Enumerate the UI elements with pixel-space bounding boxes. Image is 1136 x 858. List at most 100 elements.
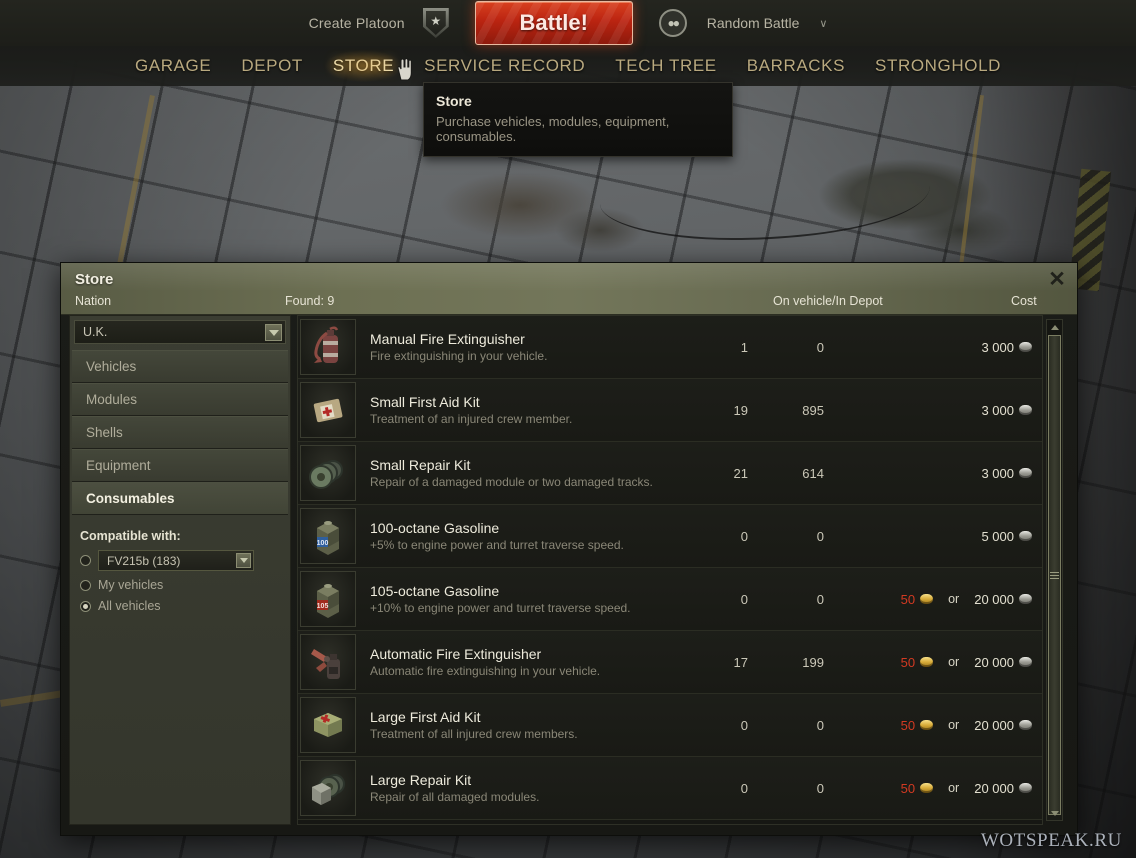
nav-item-garage[interactable]: GARAGE: [133, 54, 213, 78]
item-text: Automatic Fire Extinguisher Automatic fi…: [362, 646, 684, 678]
sidebar-item-vehicles[interactable]: Vehicles: [72, 350, 288, 383]
close-icon[interactable]: ✕: [1047, 269, 1067, 291]
random-battle-icon[interactable]: ●●: [658, 9, 687, 37]
item-gold-price: 50: [900, 717, 916, 733]
nav-item-stronghold[interactable]: STRONGHOLD: [873, 54, 1003, 78]
compatible-with-label: Compatible with:: [80, 529, 181, 543]
repair-kit-icon: [300, 445, 356, 501]
item-gold-price: 50: [900, 591, 916, 607]
list-item[interactable]: Automatic Fire Extinguisher Automatic fi…: [298, 631, 1042, 694]
item-on-vehicle: 0: [740, 717, 748, 733]
item-credit-price: 3 000: [981, 339, 1014, 355]
list-scrollbar[interactable]: [1046, 319, 1063, 821]
item-cost: 50 or 20 000: [824, 655, 1042, 670]
vehicle-select[interactable]: FV215b (183): [98, 550, 254, 571]
nav-item-barracks[interactable]: BARRACKS: [745, 54, 847, 78]
list-item[interactable]: Small Repair Kit Repair of a damaged mod…: [298, 442, 1042, 505]
item-description: Treatment of an injured crew member.: [370, 412, 573, 426]
item-credit-price: 5 000: [981, 528, 1014, 544]
item-description: +10% to engine power and turret traverse…: [370, 601, 631, 615]
column-header-cost: Cost: [1011, 294, 1037, 308]
item-text: Large Repair Kit Repair of all damaged m…: [362, 772, 684, 804]
list-item[interactable]: Large First Aid Kit Treatment of all inj…: [298, 694, 1042, 757]
large-repair-kit-icon: [300, 760, 356, 816]
first-aid-kit-icon: [300, 382, 356, 438]
sidebar-item-consumables[interactable]: Consumables: [72, 482, 288, 515]
nav-item-service-record[interactable]: SERVICE RECORD: [422, 54, 587, 78]
automatic-fire-extinguisher-icon: [300, 634, 356, 690]
top-bar: Create Platoon ★ Battle! ●● Random Battl…: [0, 0, 1136, 46]
gold-icon: [920, 720, 934, 730]
item-text: Small First Aid Kit Treatment of an inju…: [362, 394, 684, 426]
item-gold-price: 50: [900, 780, 916, 796]
item-credit-price: 20 000: [974, 780, 1014, 796]
list-item[interactable]: Manual Fire Extinguisher Fire extinguish…: [298, 316, 1042, 379]
item-credit-price: 3 000: [981, 465, 1014, 481]
nation-select[interactable]: U.K.: [74, 320, 286, 344]
list-item[interactable]: Large Repair Kit Repair of all damaged m…: [298, 757, 1042, 820]
sidebar-item-equipment[interactable]: Equipment: [72, 449, 288, 482]
store-tooltip: Store Purchase vehicles, modules, equipm…: [423, 82, 733, 157]
svg-text:105: 105: [317, 603, 329, 610]
svg-text:100: 100: [317, 540, 329, 547]
item-in-depot: 199: [802, 654, 824, 670]
item-cost: 3 000: [824, 403, 1042, 418]
store-window: Store ✕ Nation Found: 9 On vehicle/In De…: [60, 262, 1078, 836]
item-in-depot: 895: [802, 402, 824, 418]
battle-button[interactable]: Battle!: [474, 1, 633, 45]
nav-item-tech-tree[interactable]: TECH TREE: [613, 54, 718, 78]
radio-my-vehicles[interactable]: [80, 579, 91, 591]
item-description: Treatment of all injured crew members.: [370, 727, 578, 741]
radio-specific-vehicle[interactable]: [80, 555, 91, 566]
store-header: Store ✕ Nation Found: 9 On vehicle/In De…: [61, 263, 1077, 315]
filter-row-specific-vehicle[interactable]: FV215b (183): [80, 550, 290, 571]
scroll-up-icon[interactable]: [1048, 321, 1061, 333]
credits-icon: [1019, 657, 1032, 667]
item-gold-price: 50: [900, 654, 916, 670]
gasoline-100-icon: 100: [300, 508, 356, 564]
item-text: 100-octane Gasoline +5% to engine power …: [362, 520, 684, 552]
sidebar-item-shells[interactable]: Shells: [72, 416, 288, 449]
item-name: Small Repair Kit: [370, 457, 471, 473]
item-in-depot: 0: [816, 717, 824, 733]
sidebar-item-modules[interactable]: Modules: [72, 383, 288, 416]
item-in-depot: 0: [816, 339, 824, 355]
item-text: 105-octane Gasoline +10% to engine power…: [362, 583, 684, 615]
item-text: Manual Fire Extinguisher Fire extinguish…: [362, 331, 684, 363]
radio-all-vehicles[interactable]: [80, 600, 91, 612]
scrollbar-thumb[interactable]: [1048, 335, 1061, 815]
nav-item-depot[interactable]: DEPOT: [239, 54, 305, 78]
item-credit-price: 20 000: [974, 717, 1014, 733]
scrollbar-grip-icon: [1050, 571, 1059, 579]
filter-row-all-vehicles[interactable]: All vehicles: [80, 599, 290, 613]
nav-item-store[interactable]: STORE: [324, 50, 403, 82]
chevron-down-icon[interactable]: [236, 553, 251, 568]
list-item[interactable]: Small First Aid Kit Treatment of an inju…: [298, 379, 1042, 442]
scroll-down-icon[interactable]: [1048, 807, 1061, 819]
price-or-label: or: [948, 592, 960, 606]
chevron-down-icon[interactable]: [265, 324, 282, 341]
item-on-vehicle: 1: [740, 339, 748, 355]
item-in-depot: 0: [816, 780, 824, 796]
item-in-depot: 0: [816, 591, 824, 607]
filter-row-my-vehicles[interactable]: My vehicles: [80, 578, 290, 592]
item-cost: 5 000: [824, 529, 1042, 544]
credits-icon: [1019, 783, 1032, 793]
price-or-label: or: [948, 718, 960, 732]
chevron-down-icon[interactable]: ∨: [819, 17, 827, 30]
item-cost: 50 or 20 000: [824, 781, 1042, 796]
credits-icon: [1019, 531, 1032, 541]
price-or-label: or: [948, 655, 960, 669]
list-item[interactable]: 100 100-octane Gasoline +5% to engine po…: [298, 505, 1042, 568]
create-platoon-label[interactable]: Create Platoon: [309, 15, 405, 31]
battle-mode-label[interactable]: Random Battle: [707, 15, 800, 31]
platoon-shield-icon[interactable]: ★: [422, 8, 449, 38]
item-name: Large Repair Kit: [370, 772, 472, 788]
column-header-on-vehicle-in-depot: On vehicle/In Depot: [773, 294, 883, 308]
found-count: Found: 9: [285, 294, 335, 308]
list-item[interactable]: 105 105-octane Gasoline +10% to engine p…: [298, 568, 1042, 631]
radio-label-my-vehicles: My vehicles: [98, 578, 164, 592]
item-on-vehicle: 21: [733, 465, 748, 481]
item-description: Repair of all damaged modules.: [370, 790, 540, 804]
fire-extinguisher-icon: [300, 319, 356, 375]
